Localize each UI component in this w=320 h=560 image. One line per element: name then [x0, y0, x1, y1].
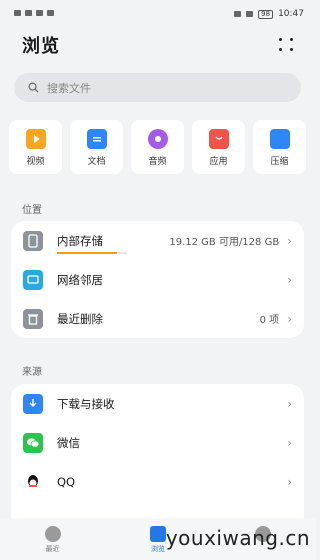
more-dot-icon — [278, 38, 282, 41]
category-video[interactable]: 视频 — [9, 120, 62, 174]
more-dot-icon — [289, 47, 293, 51]
category-label: 视频 — [26, 157, 45, 167]
storage-usage-bar — [57, 252, 127, 254]
more-dot-icon — [278, 47, 282, 51]
category-document[interactable]: 文档 — [70, 120, 123, 174]
status-time: 10:47 — [278, 9, 304, 19]
notification-icon — [14, 10, 21, 16]
source-row-qq[interactable]: QQ › — [11, 462, 304, 501]
download-icon — [23, 393, 43, 414]
category-archive[interactable]: 压缩 — [253, 120, 306, 174]
battery-indicator: 98 — [258, 9, 274, 19]
internal-storage-row[interactable]: 内部存储 19.12 GB 可用/128 GB › — [11, 221, 304, 260]
sources-card: 下载与接收 › 微信 › QQ › — [11, 384, 304, 518]
video-icon — [25, 129, 46, 149]
chevron-right-icon: › — [287, 396, 292, 411]
nfc-icon — [234, 11, 242, 17]
internal-storage-label: 内部存储 — [57, 233, 103, 248]
trash-icon — [23, 308, 43, 329]
phone-storage-icon — [23, 230, 43, 251]
source-label: 微信 — [57, 435, 80, 450]
category-app[interactable]: 应用 — [192, 120, 245, 174]
watermark: youxiwang.cn — [165, 526, 310, 550]
status-right-icons: 98 10:47 — [234, 9, 304, 19]
archive-icon — [269, 129, 290, 149]
category-strip: 视频 文档 音频 应用 压缩 — [9, 120, 316, 174]
more-dot-icon — [289, 38, 293, 41]
category-label: 压缩 — [270, 157, 289, 167]
page-title: 浏览 — [22, 36, 60, 57]
network-icon — [23, 269, 43, 290]
header: 浏览 — [22, 32, 294, 60]
category-label: 文档 — [87, 157, 106, 167]
category-label: 应用 — [209, 157, 228, 167]
message-icon — [47, 10, 54, 16]
clock-icon — [44, 526, 61, 542]
recently-deleted-label: 最近删除 — [57, 311, 103, 326]
chevron-right-icon: › — [287, 474, 292, 489]
storage-usage-fill — [57, 252, 117, 254]
wifi-icon — [36, 10, 43, 16]
network-neighbors-label: 网络邻居 — [57, 272, 103, 287]
location-section-label: 位置 — [22, 205, 42, 216]
more-options-button[interactable] — [278, 38, 294, 52]
recently-deleted-row[interactable]: 最近删除 0 项 › — [11, 299, 304, 338]
search-icon — [28, 82, 39, 93]
chevron-right-icon: › — [287, 272, 292, 287]
folder-icon — [149, 526, 166, 542]
status-bar: 98 10:47 — [0, 0, 316, 30]
category-audio[interactable]: 音频 — [131, 120, 184, 174]
nav-label: 浏览 — [150, 545, 165, 553]
nav-recent[interactable]: 最近 — [13, 526, 93, 554]
nav-label: 最近 — [45, 545, 60, 553]
status-left-icons — [14, 10, 54, 16]
signal-icon — [25, 10, 32, 16]
source-row-downloads[interactable]: 下载与接收 › — [11, 384, 304, 423]
recently-deleted-count: 0 项 — [259, 315, 280, 326]
search-input[interactable]: 搜索文件 — [14, 73, 301, 102]
source-label: 下载与接收 — [57, 396, 115, 411]
chevron-right-icon: › — [287, 233, 292, 248]
wechat-icon — [23, 432, 43, 453]
vibrate-icon — [246, 11, 254, 17]
document-icon — [86, 129, 107, 149]
location-card: 内部存储 19.12 GB 可用/128 GB › 网络邻居 › 最近删除 0 … — [11, 221, 304, 338]
sources-section-label: 来源 — [22, 367, 42, 378]
storage-capacity: 19.12 GB 可用/128 GB — [169, 237, 280, 248]
qq-icon — [23, 471, 43, 492]
audio-icon — [147, 129, 168, 149]
chevron-right-icon: › — [287, 311, 292, 326]
category-label: 音频 — [148, 157, 167, 167]
chevron-right-icon: › — [287, 435, 292, 450]
network-neighbors-row[interactable]: 网络邻居 › — [11, 260, 304, 299]
search-placeholder: 搜索文件 — [47, 81, 91, 95]
source-row-wechat[interactable]: 微信 › — [11, 423, 304, 462]
app-icon — [208, 129, 229, 149]
source-label: QQ — [57, 474, 76, 489]
